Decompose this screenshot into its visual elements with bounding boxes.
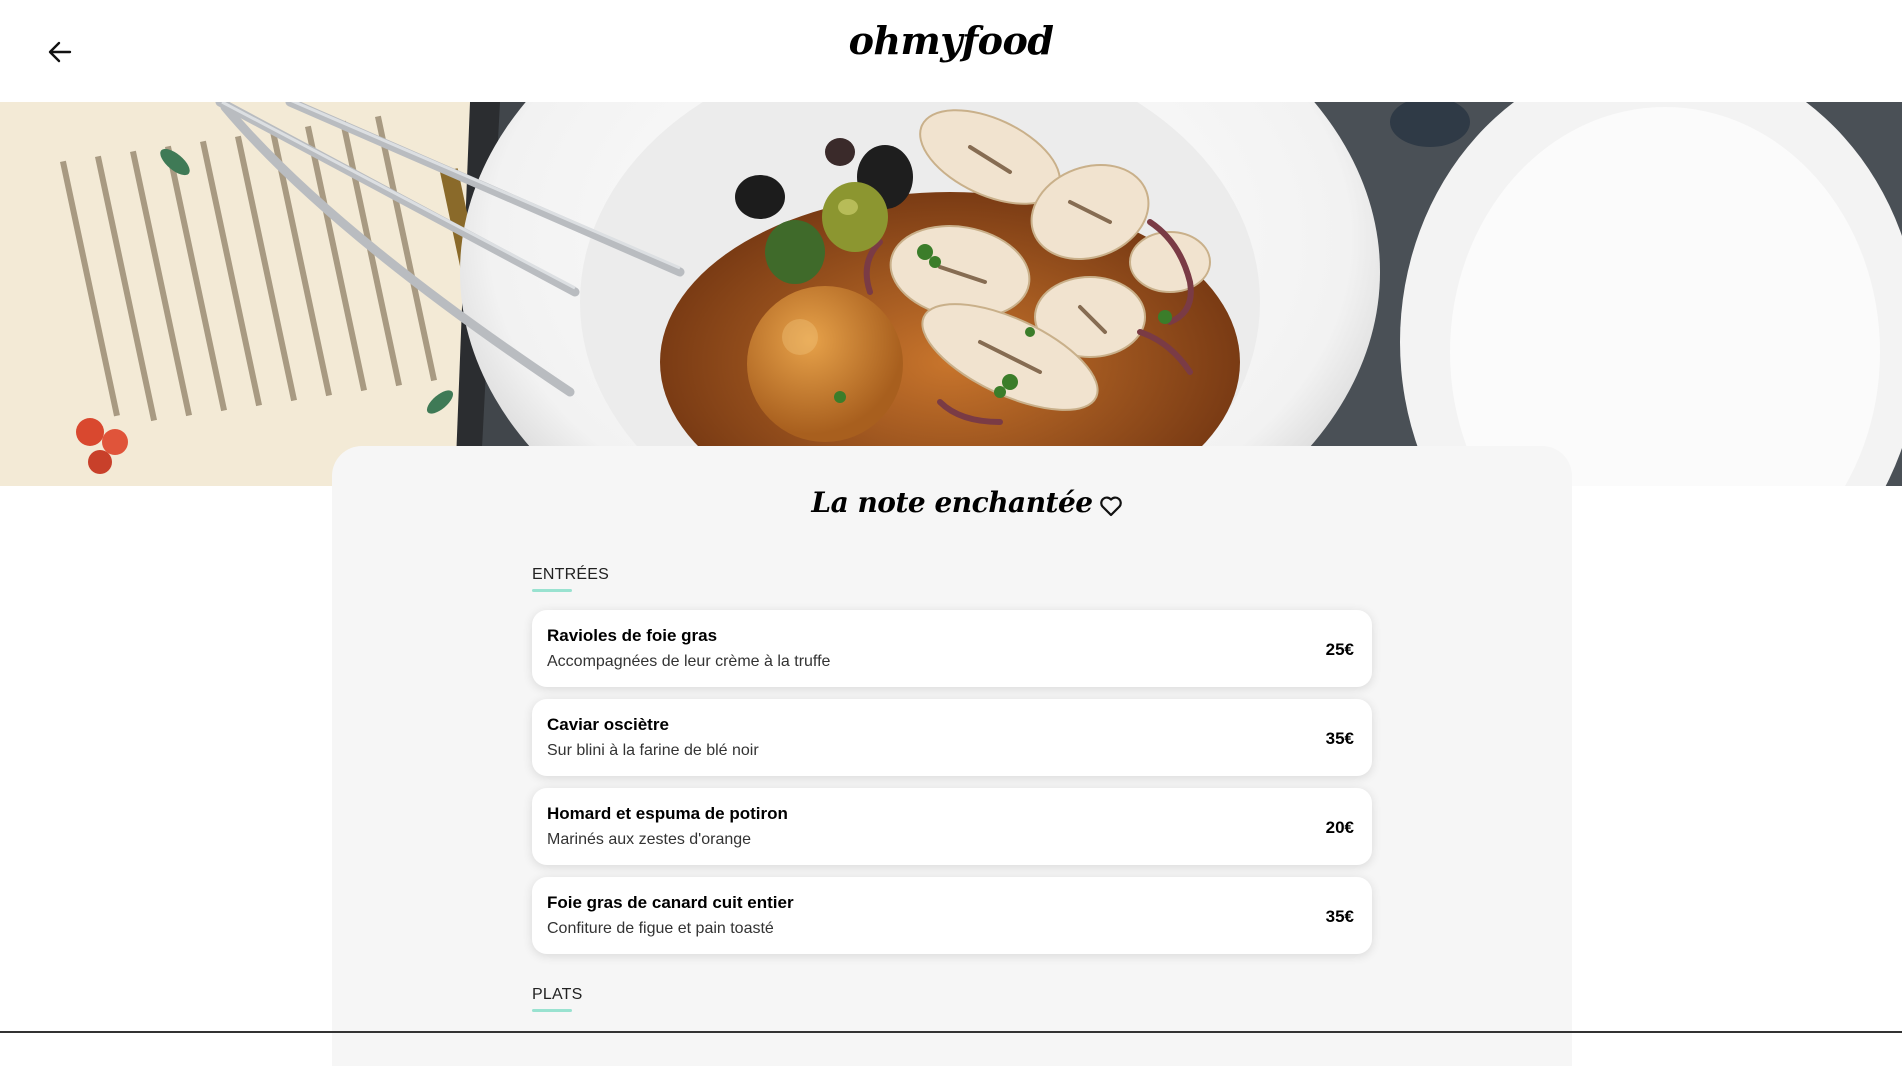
section-underline: [532, 1009, 572, 1012]
section-label-plats: PLATS: [532, 986, 583, 1003]
dish-card[interactable]: Caviar osciètre Sur blini à la farine de…: [532, 699, 1372, 776]
dish-name: Homard et espuma de potiron: [547, 804, 788, 823]
dish-name: Ravioles de foie gras: [547, 626, 718, 645]
dish-price: 25€: [1325, 640, 1354, 659]
dish-description: Confiture de figue et pain toasté: [547, 920, 774, 937]
menu-card: La note enchantée ENTRÉES Ravioles de fo…: [332, 446, 1572, 1066]
dish-description: Accompagnées de leur crème à la truffe: [547, 653, 831, 670]
dish-card[interactable]: Ravioles de foie gras Accompagnées de le…: [532, 610, 1372, 687]
dish-description: Sur blini à la farine de blé noir: [547, 742, 759, 759]
dish-price: 35€: [1325, 729, 1354, 748]
hero-image: [0, 102, 1902, 486]
dish-card[interactable]: Foie gras de canard cuit entier Confitur…: [532, 877, 1372, 954]
dish-name: Foie gras de canard cuit entier: [547, 893, 794, 912]
header: ohmyfood: [0, 0, 1902, 102]
dish-description: Marinés aux zestes d'orange: [547, 831, 752, 848]
dish-price: 35€: [1325, 907, 1354, 926]
favorite-button[interactable]: [1097, 492, 1125, 520]
heart-outline-icon: [1100, 496, 1122, 517]
dish-price: 20€: [1325, 818, 1354, 837]
hero-food-illustration: [0, 102, 1902, 486]
logo[interactable]: ohmyfood: [0, 18, 1902, 63]
restaurant-title: La note enchantée: [811, 486, 1093, 519]
dish-name: Caviar osciètre: [547, 715, 669, 734]
section-label-entrees: ENTRÉES: [532, 566, 609, 583]
section-underline: [532, 589, 572, 592]
dish-card[interactable]: Homard et espuma de potiron Marinés aux …: [532, 788, 1372, 865]
